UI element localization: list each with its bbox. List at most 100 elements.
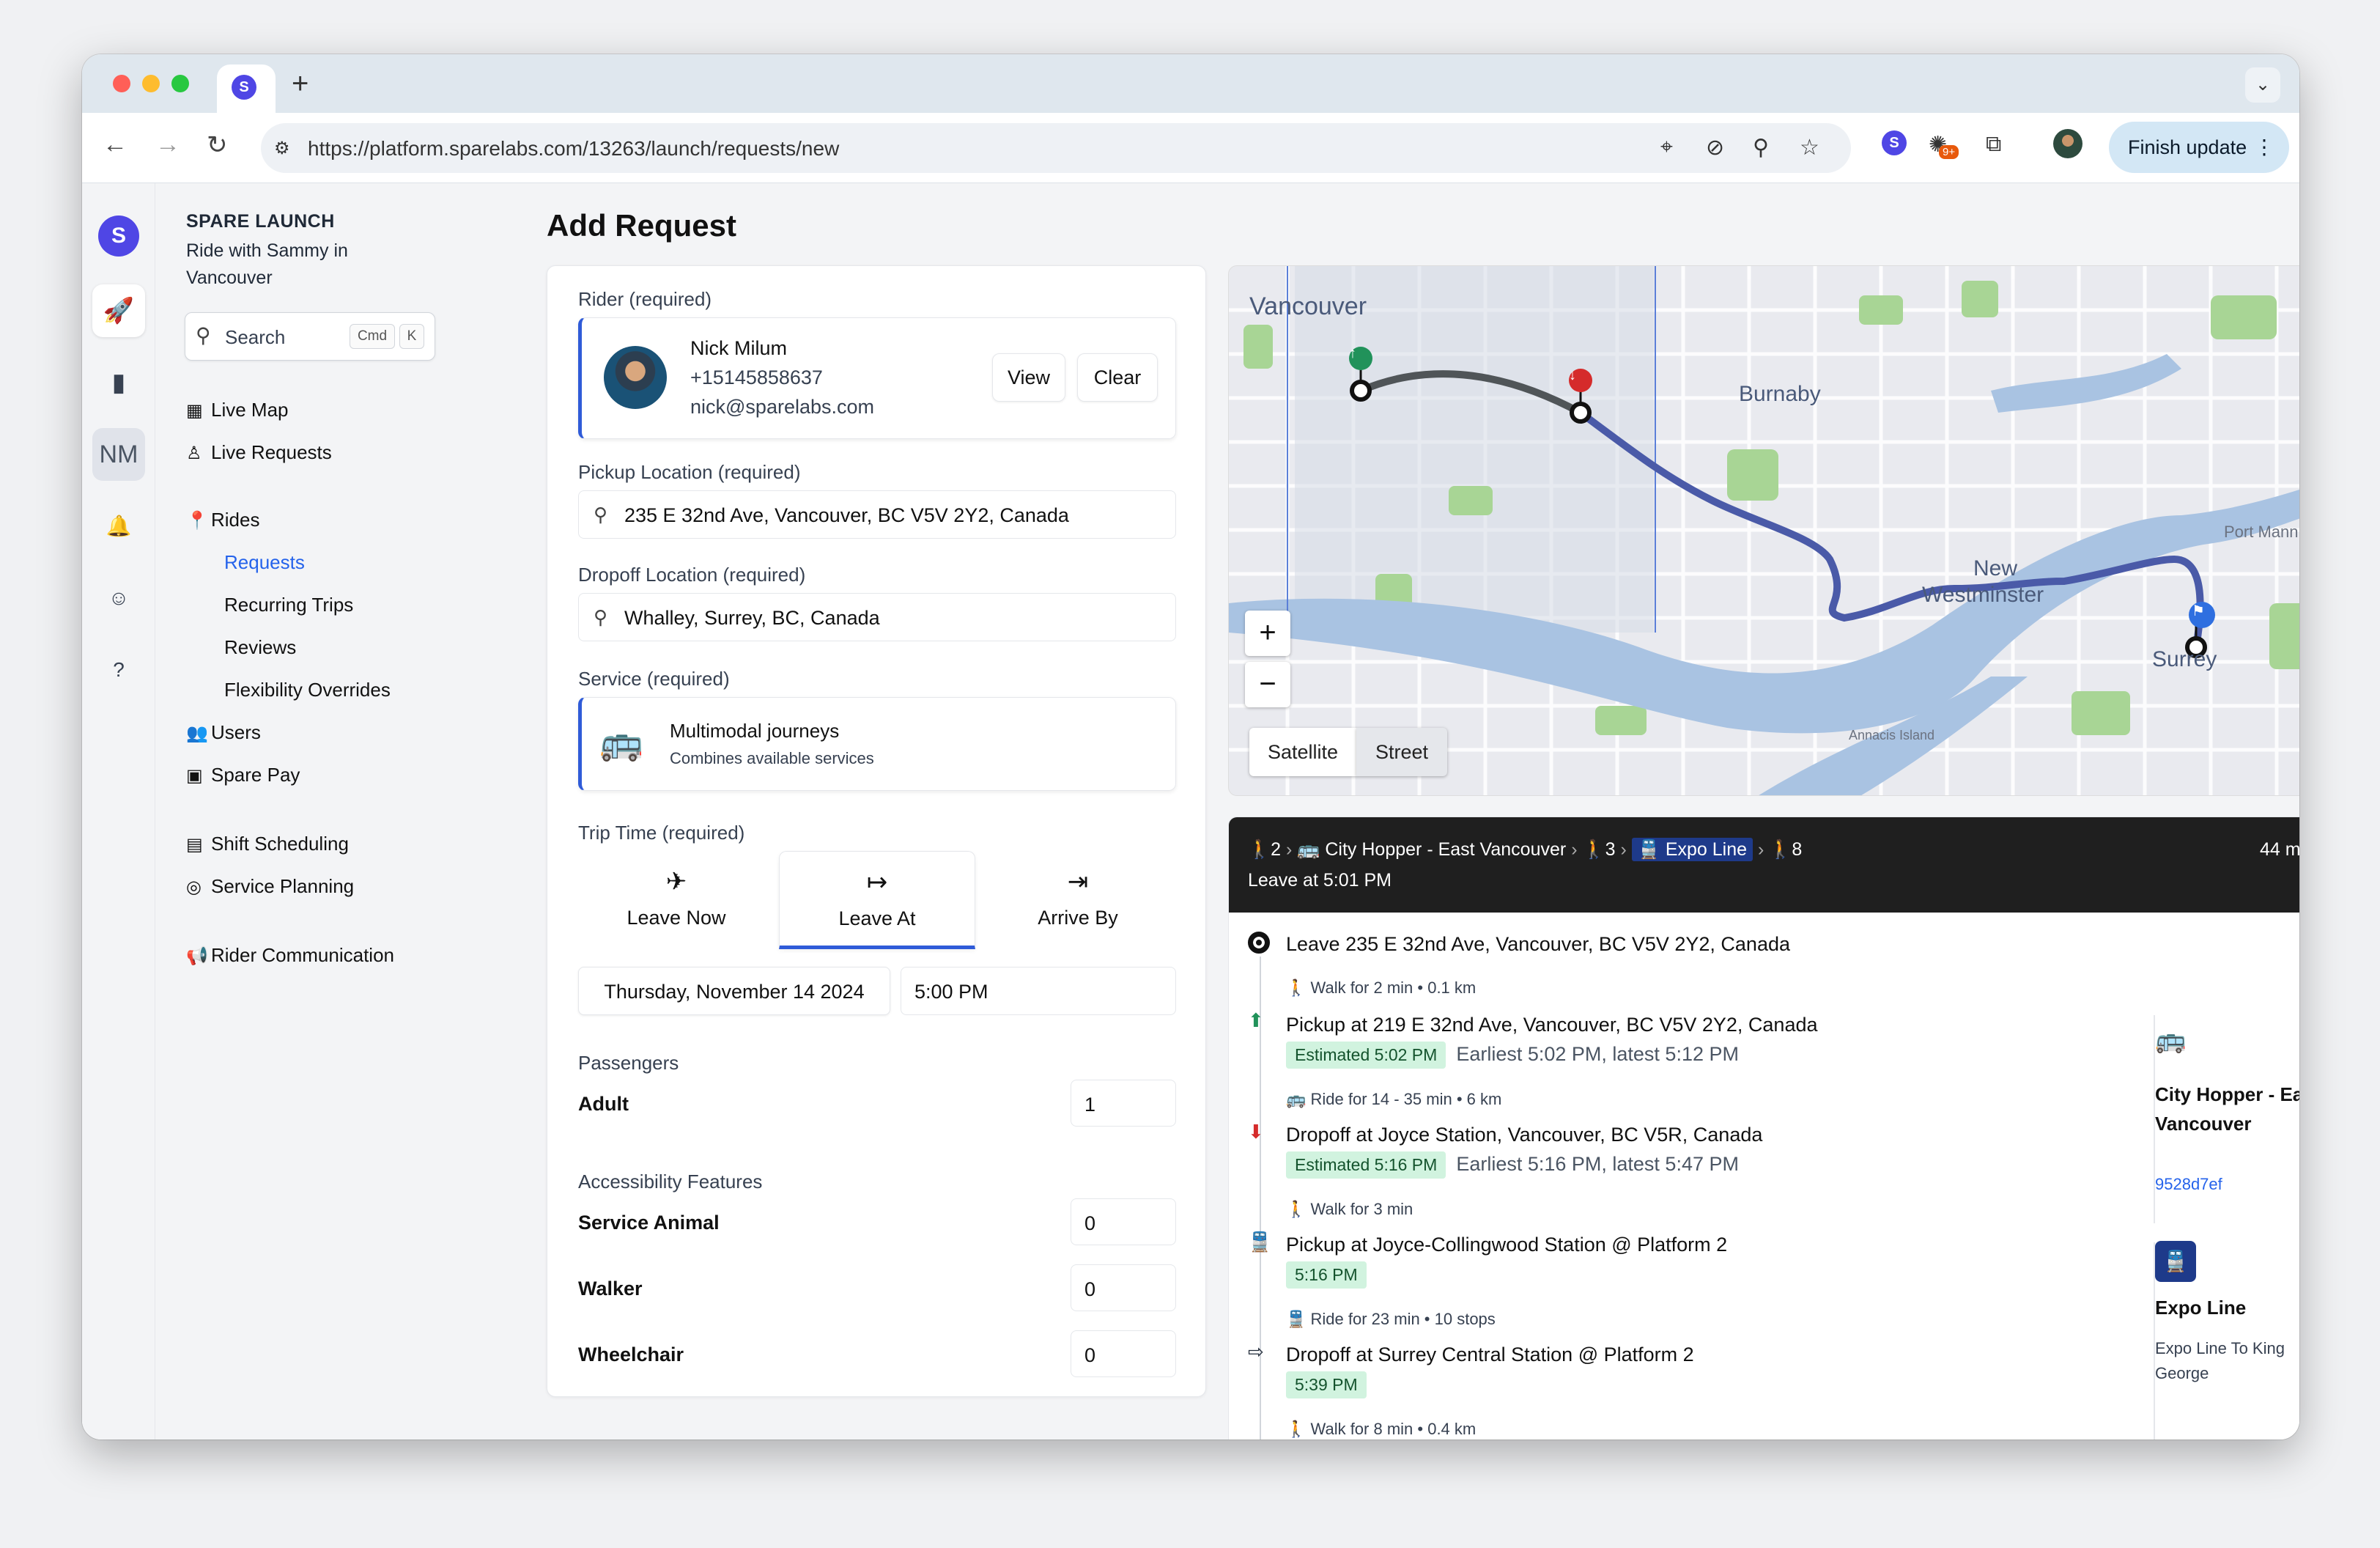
minimize-window-button[interactable]: [142, 75, 160, 92]
chevron-right-icon: ›: [1571, 839, 1578, 860]
step-dropoff-train: Dropoff at Surrey Central Station @ Plat…: [1286, 1344, 1694, 1365]
rider-phone: +15145858637: [690, 366, 823, 388]
extension-badge: 9+: [1939, 145, 1959, 159]
analytics-bar-chart-icon[interactable]: ▮: [92, 356, 145, 409]
sidebar-item-service-planning[interactable]: ◎ Service Planning: [186, 875, 354, 898]
sidebar-item-reviews[interactable]: Reviews: [224, 636, 296, 659]
spare-extension-icon[interactable]: S: [1882, 130, 1907, 155]
sidebar-item-requests[interactable]: Requests: [224, 551, 305, 574]
train-icon: 🚆: [1637, 839, 1660, 860]
reload-icon[interactable]: ↻: [207, 130, 228, 160]
service-animal-input[interactable]: 0: [1071, 1198, 1176, 1245]
view-rider-button[interactable]: View: [992, 353, 1065, 402]
forward-arrow-icon[interactable]: →: [155, 130, 180, 159]
close-window-button[interactable]: [113, 75, 130, 92]
step-ride-bus: 🚌 Ride for 14 - 35 min • 6 km: [1286, 1090, 1501, 1109]
leg-bus-icon: 🚌: [2155, 1026, 2187, 1054]
user-initials-avatar[interactable]: NM: [92, 428, 145, 481]
walk-icon: 🚶: [1286, 1420, 1311, 1438]
target-icon: ◎: [186, 877, 202, 897]
rider-label: Rider (required): [578, 288, 712, 310]
exit-arrow-icon: ⇨: [1248, 1341, 1264, 1363]
service-selector[interactable]: 🚌 Multimodal journeys Combines available…: [578, 697, 1176, 791]
wallet-icon: ▣: [186, 766, 203, 786]
service-animal-label: Service Animal: [578, 1212, 720, 1234]
zoom-out-button[interactable]: −: [1245, 662, 1290, 707]
clear-rider-button[interactable]: Clear: [1077, 353, 1158, 402]
zoom-in-button[interactable]: +: [1245, 611, 1290, 656]
zoom-out-icon[interactable]: ⚲: [1753, 135, 1769, 161]
search-icon: ⚲: [594, 606, 608, 628]
time-input[interactable]: 5:00 PM: [901, 967, 1176, 1015]
time-badge: 5:16 PM: [1286, 1261, 1367, 1289]
more-vert-icon[interactable]: ⋮: [2254, 135, 2274, 159]
dropoff-input[interactable]: ⚲ Whalley, Surrey, BC, Canada: [578, 593, 1176, 641]
map-label-vancouver: Vancouver: [1249, 292, 1367, 320]
walker-input[interactable]: 0: [1071, 1264, 1176, 1311]
map-canvas: [1229, 266, 2299, 795]
finish-update-button[interactable]: Finish update ⋮: [2109, 122, 2289, 173]
bookmark-star-icon[interactable]: ☆: [1800, 135, 1819, 161]
map-label-new: New: [1973, 556, 2018, 580]
back-arrow-icon[interactable]: ←: [103, 130, 128, 159]
sidebar-item-users[interactable]: 👥 Users: [186, 721, 261, 744]
sidebar-item-flexibility-overrides[interactable]: Flexibility Overrides: [224, 679, 391, 701]
extensions-puzzle-icon[interactable]: ⧉: [1986, 132, 2001, 157]
leave-at-arrow-icon: ↦: [866, 869, 888, 896]
leg-bus-id[interactable]: 9528d7ef: [2155, 1175, 2222, 1194]
step-pickup-bus: Pickup at 219 E 32nd Ave, Vancouver, BC …: [1286, 1014, 1818, 1036]
bus-icon: 🚌: [1297, 839, 1320, 860]
sidebar-item-rider-communication[interactable]: 📢 Rider Communication: [186, 944, 394, 967]
sidebar-item-shift-scheduling[interactable]: ▤ Shift Scheduling: [186, 833, 349, 855]
tab-arrive-by[interactable]: ⇥ Arrive By: [980, 851, 1176, 949]
profile-avatar[interactable]: [2053, 129, 2082, 158]
spare-logo-icon[interactable]: S: [92, 208, 145, 261]
eye-slash-icon[interactable]: ⊘: [1706, 135, 1724, 161]
itinerary-summary: 🚶2 › 🚌 City Hopper - East Vancouver › 🚶3…: [1248, 838, 1802, 861]
search-icon: ⚲: [594, 504, 608, 526]
wheelchair-input[interactable]: 0: [1071, 1330, 1176, 1377]
browser-tab[interactable]: S: [217, 64, 276, 113]
extension-burst-icon[interactable]: ✺ 9+: [1929, 132, 1959, 159]
help-question-icon[interactable]: ?: [92, 644, 145, 696]
street-toggle[interactable]: Street: [1356, 728, 1447, 776]
kbd-k: K: [399, 324, 424, 349]
sidebar-item-rides[interactable]: 📍 Rides: [186, 509, 259, 531]
notifications-bell-icon[interactable]: 🔔: [92, 500, 145, 553]
sidebar-item-live-map[interactable]: ▦ Live Map: [186, 399, 289, 421]
maximize-window-button[interactable]: [171, 75, 189, 92]
route-map[interactable]: Vancouver Burnaby New Westminster Port M…: [1228, 265, 2299, 796]
walk-icon: 🚶: [1248, 839, 1271, 860]
launch-rocket-icon[interactable]: 🚀: [92, 284, 145, 337]
address-bar[interactable]: ⚙ https://platform.sparelabs.com/13263/l…: [261, 123, 1851, 173]
tab-search-chevron-icon[interactable]: ⌄: [2245, 67, 2280, 103]
spare-logo-letter: S: [98, 215, 139, 257]
start-dot-icon: [1248, 932, 1270, 954]
trip-duration: 44 min: [2259, 839, 2299, 860]
sidebar-item-live-requests[interactable]: ♙ Live Requests: [186, 441, 332, 464]
sidebar-search[interactable]: ⚲ Search Cmd K: [185, 312, 435, 361]
itinerary-header[interactable]: 🚶2 › 🚌 City Hopper - East Vancouver › 🚶3…: [1229, 817, 2299, 913]
dropoff-value: Whalley, Surrey, BC, Canada: [624, 607, 880, 629]
ride-bus-text: Ride for 14 - 35 min • 6 km: [1310, 1090, 1502, 1108]
adult-count-input[interactable]: 1: [1071, 1080, 1176, 1127]
pickup-value: 235 E 32nd Ave, Vancouver, BC V5V 2Y2, C…: [624, 504, 1069, 526]
dropoff-window: Earliest 5:16 PM, latest 5:47 PM: [1456, 1153, 1739, 1175]
tab-bar: S + ⌄: [82, 54, 2299, 113]
support-agent-icon[interactable]: ☺: [92, 572, 145, 624]
sidebar-item-spare-pay[interactable]: ▣ Spare Pay: [186, 764, 300, 786]
site-settings-icon[interactable]: ⚙: [274, 138, 290, 159]
pickup-input[interactable]: ⚲ 235 E 32nd Ave, Vancouver, BC V5V 2Y2,…: [578, 490, 1176, 539]
tab-leave-now[interactable]: ✈ Leave Now: [578, 851, 775, 949]
sidebar: SPARE LAUNCH Ride with Sammy in Vancouve…: [155, 183, 448, 1440]
time-badge: 5:39 PM: [1286, 1371, 1367, 1398]
url-text[interactable]: https://platform.sparelabs.com/13263/lau…: [308, 137, 839, 161]
tab-leave-at[interactable]: ↦ Leave At: [779, 851, 975, 949]
sidebar-item-recurring-trips[interactable]: Recurring Trips: [224, 594, 353, 616]
search-icon: ⚲: [196, 324, 211, 347]
date-picker[interactable]: Thursday, November 14 2024: [578, 967, 890, 1015]
new-tab-button[interactable]: +: [292, 67, 308, 100]
location-pin-icon[interactable]: ⌖: [1660, 135, 1673, 160]
satellite-toggle[interactable]: Satellite: [1249, 728, 1356, 776]
step-dropoff-train-time: 5:39 PM: [1286, 1371, 1377, 1398]
